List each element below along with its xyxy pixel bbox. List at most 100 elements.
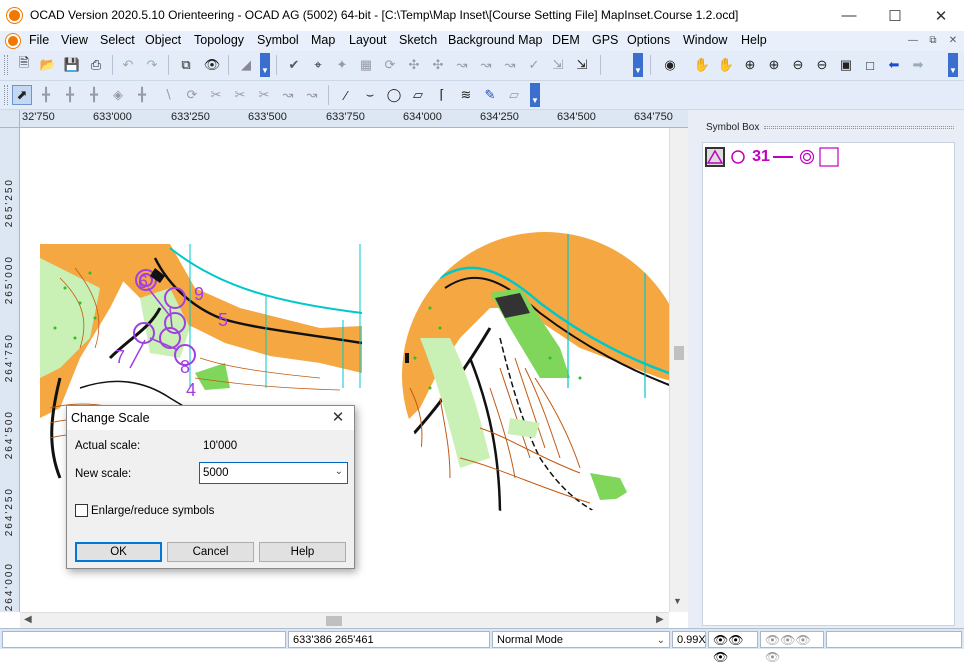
- tool-j-icon[interactable]: ⇲: [572, 55, 592, 75]
- cut-c-icon[interactable]: ✂: [254, 85, 274, 105]
- cancel-button[interactable]: Cancel: [167, 542, 254, 562]
- menu-select[interactable]: Select: [100, 33, 135, 47]
- save-icon[interactable]: 💾: [62, 55, 82, 75]
- finish-circle-icon[interactable]: [797, 147, 817, 167]
- vertical-scroll-thumb[interactable]: [674, 346, 684, 360]
- mdi-close-icon[interactable]: ✕: [946, 34, 960, 48]
- map-exchange-square-icon[interactable]: [819, 147, 839, 167]
- straight-line-icon[interactable]: ∕: [336, 85, 356, 105]
- tool-c-icon[interactable]: ✣: [404, 55, 424, 75]
- ok-button[interactable]: OK: [75, 542, 162, 562]
- pen-icon[interactable]: ✎: [480, 85, 500, 105]
- eraser-icon[interactable]: ▱: [504, 85, 524, 105]
- menu-file[interactable]: File: [29, 33, 49, 47]
- minimize-button[interactable]: —: [826, 0, 872, 31]
- print-icon[interactable]: ⎙: [86, 55, 106, 75]
- layer-visibility-eye-icons[interactable]: 👁👁👁: [708, 631, 758, 664]
- hand-pan-icon[interactable]: ✋: [692, 55, 712, 75]
- mdi-minimize-icon[interactable]: —: [906, 34, 920, 48]
- control-circle-icon[interactable]: [729, 147, 747, 167]
- menu-object[interactable]: Object: [145, 33, 181, 47]
- menu-layout[interactable]: Layout: [349, 33, 387, 47]
- check-icon[interactable]: ✔: [284, 55, 304, 75]
- scroll-down-icon[interactable]: ▼: [673, 596, 682, 606]
- polyline-icon[interactable]: ≋: [456, 85, 476, 105]
- zoom-selection-icon[interactable]: ▣: [836, 55, 856, 75]
- bend-icon[interactable]: ↝: [278, 85, 298, 105]
- drawing-dropdown-icon[interactable]: ▼: [530, 83, 540, 107]
- vertical-scrollbar[interactable]: ▼: [669, 128, 688, 612]
- menu-gps[interactable]: GPS: [592, 33, 618, 47]
- menu-background-map[interactable]: Background Map: [448, 33, 543, 47]
- zoom-out-icon[interactable]: ⊖: [788, 55, 808, 75]
- tool-a-icon[interactable]: ✦: [332, 55, 352, 75]
- edit-object-pointer-icon[interactable]: ⬈: [12, 85, 32, 105]
- tool-h-icon[interactable]: ✓: [524, 55, 544, 75]
- circle-icon[interactable]: ◯: [384, 85, 404, 105]
- help-button[interactable]: Help: [259, 542, 346, 562]
- back-arrow-icon[interactable]: ⬅: [884, 55, 904, 75]
- entire-map-icon[interactable]: ⧉: [176, 55, 196, 75]
- menu-help[interactable]: Help: [741, 33, 767, 47]
- chevron-down-icon[interactable]: ⌄: [657, 632, 665, 649]
- document-icon[interactable]: [6, 34, 20, 48]
- zoom-out-box-icon[interactable]: ⊖: [812, 55, 832, 75]
- zoom-in-box-icon[interactable]: ⊕: [764, 55, 784, 75]
- delete-vertex-icon[interactable]: ╋: [132, 85, 152, 105]
- tool-f-icon[interactable]: ↝: [476, 55, 496, 75]
- crop-icon[interactable]: ⌖: [308, 55, 328, 75]
- rotate-icon[interactable]: ⟳: [380, 55, 400, 75]
- new-file-icon[interactable]: 🗎: [14, 55, 34, 75]
- preview-icon[interactable]: 👁: [202, 55, 222, 75]
- menu-sketch[interactable]: Sketch: [399, 33, 437, 47]
- toolbar-dropdown-icon[interactable]: ▼: [633, 53, 643, 77]
- panel-splitter[interactable]: [688, 110, 696, 628]
- horizontal-scrollbar[interactable]: ◀ ▶: [20, 612, 669, 628]
- panel-grip[interactable]: [764, 126, 954, 129]
- rectangle-icon[interactable]: ▱: [408, 85, 428, 105]
- enlarge-reduce-symbols-checkbox[interactable]: [75, 504, 88, 517]
- maximize-button[interactable]: ☐: [872, 0, 918, 31]
- undo-icon[interactable]: ↶: [118, 55, 138, 75]
- dialog-close-icon[interactable]: ✕: [328, 408, 348, 426]
- new-scale-combobox[interactable]: 5000 ⌄: [199, 462, 348, 484]
- cut-b-icon[interactable]: ✂: [230, 85, 250, 105]
- chevron-down-icon[interactable]: ⌄: [335, 466, 343, 477]
- mode-select[interactable]: Normal Mode ⌄: [492, 631, 670, 648]
- menu-map[interactable]: Map: [311, 33, 335, 47]
- line-tool-icon[interactable]: ∖: [158, 85, 178, 105]
- tool-e-icon[interactable]: ↝: [452, 55, 472, 75]
- draft-mode-dropdown-icon[interactable]: ▼: [260, 53, 270, 77]
- tool-g-icon[interactable]: ↝: [500, 55, 520, 75]
- toolbar-grip[interactable]: [4, 55, 8, 75]
- redo-icon[interactable]: ↷: [142, 55, 162, 75]
- start-triangle-icon[interactable]: [705, 147, 725, 167]
- course-line-icon[interactable]: [771, 147, 795, 167]
- open-file-icon[interactable]: 📂: [38, 55, 58, 75]
- close-button[interactable]: ✕: [918, 0, 964, 31]
- mdi-restore-icon[interactable]: ⧉: [926, 34, 940, 48]
- menu-symbol[interactable]: Symbol: [257, 33, 299, 47]
- cut-a-icon[interactable]: ✂: [206, 85, 226, 105]
- scroll-right-icon[interactable]: ▶: [656, 614, 664, 625]
- hand-drag-icon[interactable]: ✋: [716, 55, 736, 75]
- horizontal-scroll-thumb[interactable]: [326, 616, 342, 626]
- scroll-left-icon[interactable]: ◀: [24, 614, 32, 625]
- zoom-frame-icon[interactable]: □: [860, 55, 880, 75]
- menu-view[interactable]: View: [61, 33, 88, 47]
- zoom-in-icon[interactable]: ⊕: [740, 55, 760, 75]
- edit-point-icon[interactable]: ╋: [36, 85, 56, 105]
- menu-dem[interactable]: DEM: [552, 33, 580, 47]
- add-vertex-icon[interactable]: ╋: [60, 85, 80, 105]
- tool-i-icon[interactable]: ⇲: [548, 55, 568, 75]
- rotate-tool-icon[interactable]: ⟳: [182, 85, 202, 105]
- curve-icon[interactable]: ⌣: [360, 85, 380, 105]
- background-visibility-eye-icons[interactable]: 👁👁👁👁: [760, 631, 824, 664]
- view-dropdown-icon[interactable]: ▼: [948, 53, 958, 77]
- add-corner-icon[interactable]: ╋: [84, 85, 104, 105]
- control-number-icon[interactable]: 31: [751, 147, 771, 167]
- draft-mode-icon[interactable]: ◢: [236, 55, 256, 75]
- diamond-point-icon[interactable]: ◈: [108, 85, 128, 105]
- toolbar-grip[interactable]: [4, 85, 8, 105]
- binoculars-icon[interactable]: ◉: [660, 55, 680, 75]
